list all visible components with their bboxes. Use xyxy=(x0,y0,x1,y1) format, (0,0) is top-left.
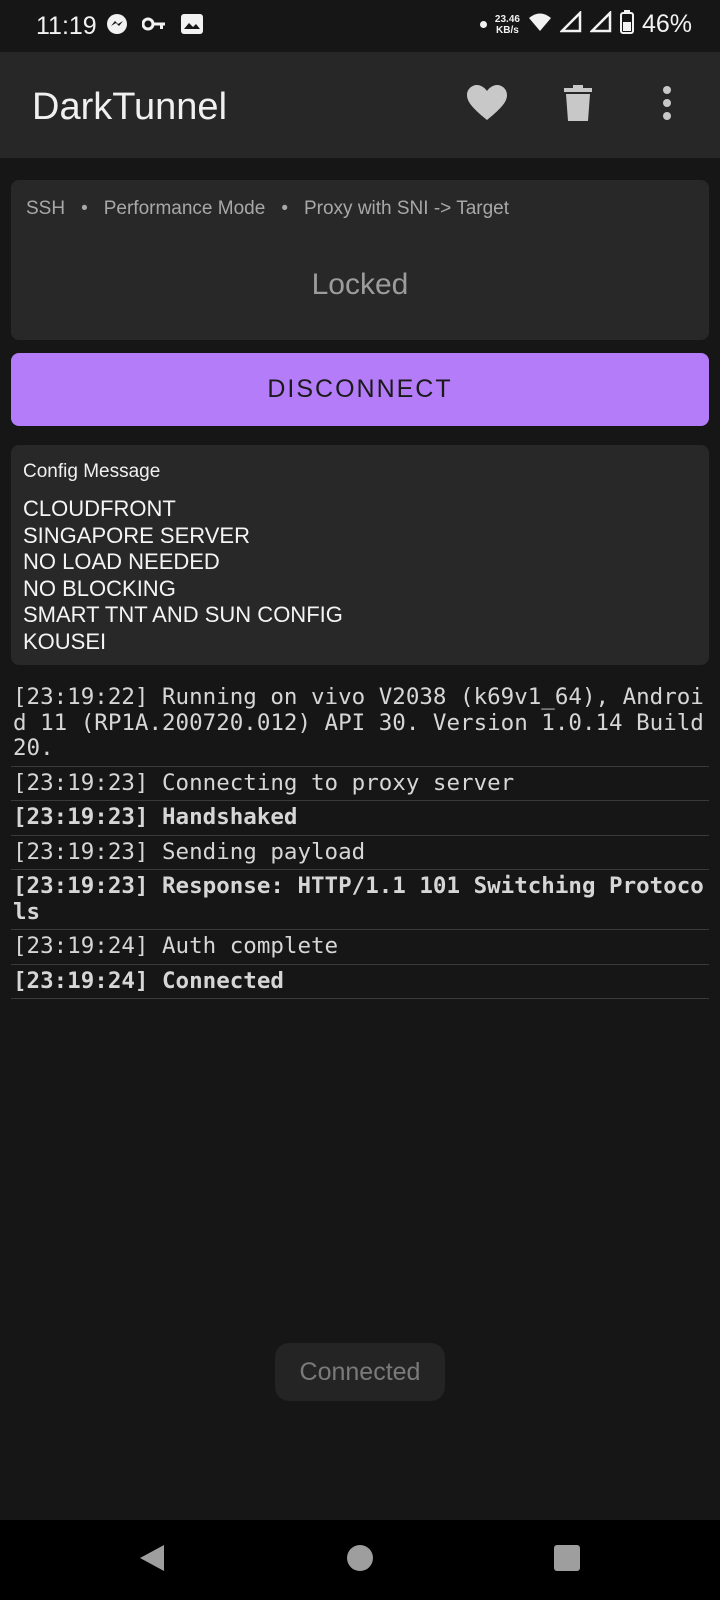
mode-protocol: SSH xyxy=(26,198,66,219)
messenger-icon xyxy=(106,13,128,40)
key-icon xyxy=(141,13,166,40)
log-entry: [23:19:24] Connected xyxy=(11,965,709,999)
config-message-title: Config Message xyxy=(23,461,161,482)
config-line: NO BLOCKING xyxy=(23,575,176,601)
connection-log[interactable]: [23:19:22] Running on vivo V2038 (k69v1_… xyxy=(11,681,709,999)
net-speed: 23.46 KB/s xyxy=(495,14,520,36)
app-title: DarkTunnel xyxy=(32,86,228,128)
battery-percent: 46% xyxy=(641,10,692,38)
more-options-button[interactable] xyxy=(642,80,692,130)
signal-icon xyxy=(558,9,582,38)
status-icons-left xyxy=(106,13,204,40)
disconnect-button[interactable]: DISCONNECT xyxy=(11,353,709,426)
net-speed-value: 23.46 xyxy=(494,13,520,25)
log-entry: [23:19:23] Handshaked xyxy=(11,801,709,836)
net-speed-unit: KB/s xyxy=(496,24,519,36)
status-time: 11:19 xyxy=(36,12,97,40)
status-bar: 11:19 23.46 KB/s 46% xyxy=(0,0,720,52)
mode-summary: SSH • Performance Mode • Proxy with SNI … xyxy=(26,198,509,220)
log-entry: [23:19:23] Sending payload xyxy=(11,836,709,870)
log-entry: [23:19:23] Response: HTTP/1.1 101 Switch… xyxy=(11,870,709,930)
more-vert-icon xyxy=(662,85,672,125)
wifi-icon xyxy=(528,11,552,38)
mode-proxy: Proxy with SNI -> Target xyxy=(303,198,509,219)
app-toolbar: DarkTunnel xyxy=(0,52,720,158)
system-nav-bar xyxy=(0,1520,720,1600)
log-entry: [23:19:23] Connecting to proxy server xyxy=(11,767,709,801)
nav-back-button[interactable] xyxy=(132,1540,172,1580)
mode-performance: Performance Mode xyxy=(103,198,266,219)
nav-recents-button[interactable] xyxy=(547,1540,587,1580)
dot-icon xyxy=(479,21,487,28)
mode-separator: • xyxy=(81,198,88,219)
config-line: CLOUDFRONT xyxy=(23,496,176,521)
config-line: SINGAPORE SERVER xyxy=(23,522,250,548)
heart-icon xyxy=(467,84,507,126)
lock-status: Locked xyxy=(311,268,409,301)
trash-icon xyxy=(564,84,592,126)
toast-message: Connected xyxy=(275,1343,445,1401)
mode-separator: • xyxy=(281,198,288,219)
delete-button[interactable] xyxy=(553,80,603,130)
config-line: KOUSEI xyxy=(23,628,107,654)
config-line: SMART TNT AND SUN CONFIG xyxy=(23,602,343,627)
config-message-body: CLOUDFRONT SINGAPORE SERVER NO LOAD NEED… xyxy=(23,496,343,655)
gallery-icon xyxy=(180,13,204,40)
battery-icon xyxy=(619,10,634,39)
back-triangle-icon xyxy=(138,1543,166,1578)
status-icons-right: 23.46 KB/s 46% xyxy=(479,9,692,39)
config-line: NO LOAD NEEDED xyxy=(23,549,220,574)
log-entry: [23:19:22] Running on vivo V2038 (k69v1_… xyxy=(11,681,709,767)
favorite-button[interactable] xyxy=(462,80,512,130)
home-circle-icon xyxy=(346,1544,374,1577)
config-message-card: Config Message CLOUDFRONT SINGAPORE SERV… xyxy=(11,445,709,665)
signal-icon xyxy=(588,9,612,38)
nav-home-button[interactable] xyxy=(340,1540,380,1580)
log-entry: [23:19:24] Auth complete xyxy=(11,930,709,965)
recents-square-icon xyxy=(553,1544,581,1577)
connection-mode-card[interactable]: SSH • Performance Mode • Proxy with SNI … xyxy=(11,180,709,340)
